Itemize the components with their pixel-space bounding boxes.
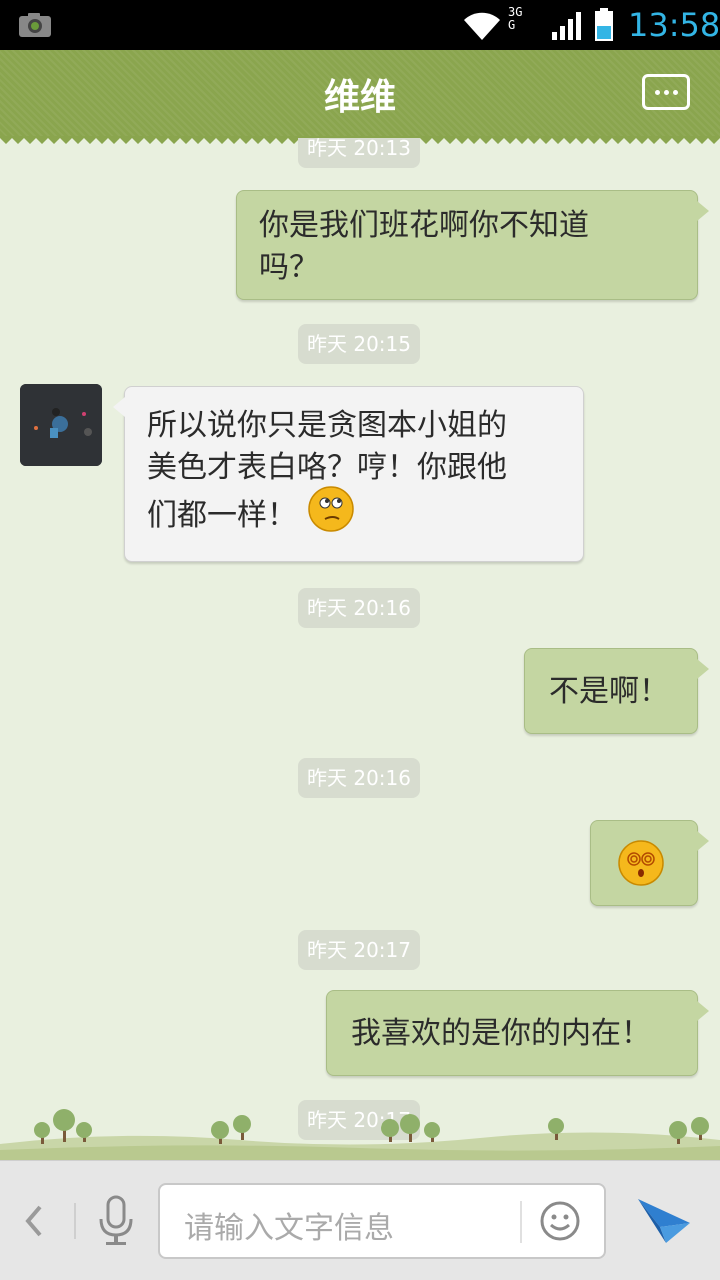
collapse-button[interactable]: [22, 1199, 52, 1243]
clock: 13:58: [628, 6, 720, 44]
message-list[interactable]: 昨天 20:13 你是我们班花啊你不知道 吗？ 昨天 20:15 所以说你只是贪…: [0, 138, 720, 1160]
chat-header: 维维: [0, 50, 720, 144]
sent-message[interactable]: 我喜欢的是你的内在！: [326, 990, 709, 1076]
contact-name: 维维: [323, 77, 396, 118]
more-options-button[interactable]: [642, 74, 690, 110]
message-text-line: 们都一样！: [147, 498, 297, 533]
timestamp: 昨天 20:13: [298, 138, 420, 168]
camera-notification-icon: [19, 13, 51, 37]
message-text-line: 你是我们班花啊你不知道: [259, 208, 589, 243]
microphone-icon: [99, 1195, 133, 1245]
chevron-left-icon: [25, 1205, 42, 1237]
received-message[interactable]: 所以说你只是贪图本小姐的 美色才表白咯？哼！你跟他 们都一样！: [113, 386, 584, 562]
landscape-decoration: [0, 1109, 720, 1160]
sent-message[interactable]: 你是我们班花啊你不知道 吗？: [236, 190, 709, 300]
dizzy-face-icon: [618, 840, 664, 886]
message-text-line: 不是啊！: [549, 674, 669, 709]
avatar-image: [20, 384, 102, 466]
message-text-line: 吗？: [259, 250, 319, 285]
toolbar-divider: [74, 1203, 76, 1239]
network-sub-label: G: [508, 18, 516, 32]
avatar[interactable]: [20, 384, 102, 466]
message-text-line: 美色才表白咯？哼！你跟他: [147, 450, 507, 485]
input-divider: [520, 1201, 522, 1243]
battery-icon: [595, 8, 613, 41]
timestamp: 昨天 20:16: [298, 588, 420, 628]
timestamp: 昨天 20:15: [298, 324, 420, 364]
network-label: 3G: [508, 5, 523, 19]
smiley-icon: [540, 1201, 580, 1241]
status-bar: 3G G 13:58: [0, 0, 720, 50]
network-type-indicator: 3G G: [508, 6, 544, 42]
message-input-bar: 请输入文字信息: [0, 1160, 720, 1280]
input-placeholder: 请输入文字信息: [184, 1211, 394, 1246]
send-button[interactable]: [636, 1197, 692, 1245]
voice-input-button[interactable]: [96, 1195, 136, 1247]
sent-message[interactable]: 不是啊！: [524, 648, 709, 734]
more-dots-icon: [655, 90, 660, 95]
emoji-button[interactable]: [538, 1199, 582, 1243]
sent-message[interactable]: [590, 820, 709, 906]
signal-strength-icon: [552, 12, 581, 40]
timestamp: 昨天 20:16: [298, 758, 420, 798]
message-text-line: 所以说你只是贪图本小姐的: [147, 408, 507, 443]
wifi-icon: [464, 12, 500, 41]
message-text-line: 我喜欢的是你的内在！: [351, 1016, 651, 1051]
timestamp: 昨天 20:17: [298, 930, 420, 970]
thinking-face-icon: [307, 485, 354, 532]
send-arrow-icon: [638, 1199, 690, 1243]
